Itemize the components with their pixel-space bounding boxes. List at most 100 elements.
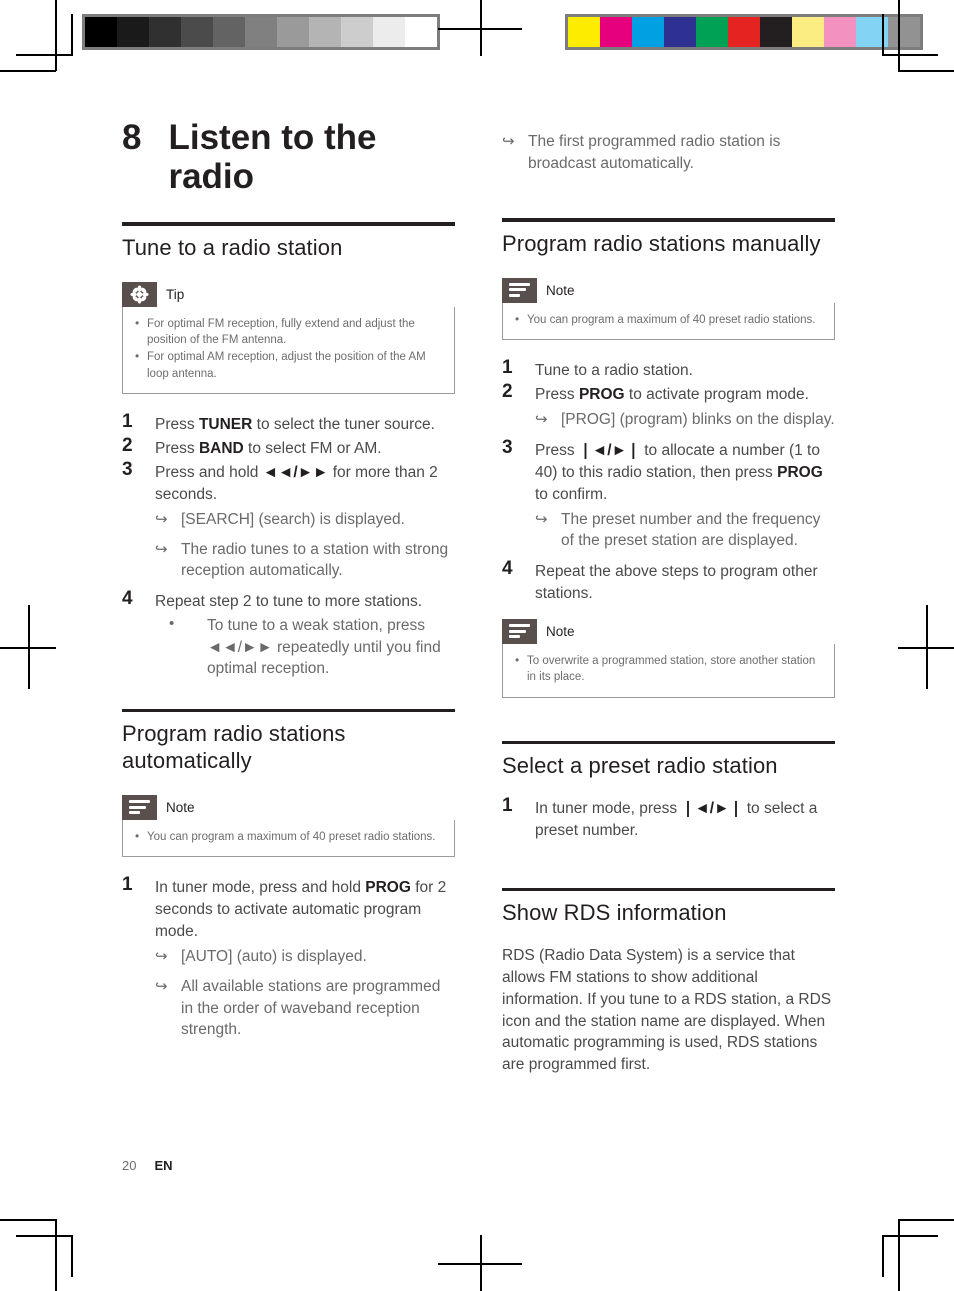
tip-body: For optimal FM reception, fully extend a… xyxy=(122,306,455,394)
document-page: 8 Listen to the radio Tune to a radio st… xyxy=(0,0,954,1291)
section-heading-program-manual: Program radio stations manually xyxy=(502,230,821,256)
step-result-text: [PROG] (program) blinks on the display. xyxy=(561,410,835,428)
rds-paragraph: RDS (Radio Data System) is a service tha… xyxy=(502,947,832,1074)
continuation-results-list: ↪ The first programmed radio station is … xyxy=(502,131,835,174)
result-arrow-icon: ↪ xyxy=(155,978,168,996)
note-badge xyxy=(122,795,157,821)
step-result-text: The radio tunes to a station with strong… xyxy=(181,540,449,580)
step-number: 4 xyxy=(122,587,133,609)
section-rule xyxy=(502,218,835,222)
step-result: ↪ All available stations are programmed … xyxy=(155,976,455,1041)
chapter-number: 8 xyxy=(122,118,142,157)
tune-steps-list: 1 Press TUNER to select the tuner source… xyxy=(122,410,455,680)
program-manual-steps-list: 1 Tune to a radio station. 2 Press PROG … xyxy=(502,356,835,605)
step-item: 4 Repeat step 2 to tune to more stations… xyxy=(122,587,455,680)
tip-item: For optimal FM reception, fully extend a… xyxy=(133,315,444,349)
step-item: 2 Press BAND to select FM or AM. xyxy=(122,434,455,460)
section-heading-select-preset: Select a preset radio station xyxy=(502,753,778,779)
step-result-text: [SEARCH] (search) is displayed. xyxy=(181,510,405,528)
note-lines-icon xyxy=(509,282,530,298)
step-text: Press ❘◄/►❘ to allocate a number (1 to 4… xyxy=(535,441,823,503)
note-item-list: You can program a maximum of 40 preset r… xyxy=(133,828,444,845)
note-item-list: To overwrite a programmed station, store… xyxy=(513,652,824,686)
note-body: You can program a maximum of 40 preset r… xyxy=(122,820,455,858)
chapter-title: Listen to the radio xyxy=(168,118,377,197)
step-result-text: All available stations are programmed in… xyxy=(181,978,441,1039)
step-text: Repeat the above steps to program other … xyxy=(535,562,818,602)
page-footer: 20 EN xyxy=(122,1158,173,1173)
note-badge xyxy=(502,277,537,303)
result-arrow-icon: ↪ xyxy=(155,510,168,528)
tip-item-list: For optimal FM reception, fully extend a… xyxy=(133,315,444,382)
step-number: 1 xyxy=(502,356,513,378)
step-result: ↪ [SEARCH] (search) is displayed. xyxy=(155,509,455,531)
note-body: To overwrite a programmed station, store… xyxy=(502,643,835,698)
tip-callout-header: Tip xyxy=(122,281,455,307)
step-number: 1 xyxy=(502,794,513,816)
tip-label: Tip xyxy=(166,286,185,302)
step-results-list: ↪ The preset number and the frequency of… xyxy=(535,509,835,552)
step-text: Press TUNER to select the tuner source. xyxy=(155,415,435,433)
step-item: 1 In tuner mode, press and hold PROG for… xyxy=(122,874,455,1041)
note-callout: Note To overwrite a programmed station, … xyxy=(502,618,835,698)
step-text: Repeat step 2 to tune to more stations. xyxy=(155,592,423,610)
step-item: 4 Repeat the above steps to program othe… xyxy=(502,557,835,605)
step-number: 3 xyxy=(122,458,133,480)
step-item: 3 Press and hold ◄◄/►► for more than 2 s… xyxy=(122,458,455,582)
step-text: Tune to a radio station. xyxy=(535,361,693,379)
note-body: You can program a maximum of 40 preset r… xyxy=(502,302,835,340)
section-heading-rds: Show RDS information xyxy=(502,900,727,926)
note-item: To overwrite a programmed station, store… xyxy=(513,652,824,686)
section-heading-program-auto: Program radio stations automatically xyxy=(122,721,346,774)
step-number: 4 xyxy=(502,557,513,579)
step-item: 3 Press ❘◄/►❘ to allocate a number (1 to… xyxy=(502,436,835,552)
step-results-list: ↪ [AUTO] (auto) is displayed. ↪ All avai… xyxy=(155,946,455,1041)
result-arrow-icon: ↪ xyxy=(535,510,548,528)
asterisk-icon xyxy=(130,284,149,304)
step-number: 2 xyxy=(502,380,513,402)
step-result: ↪ The radio tunes to a station with stro… xyxy=(155,539,455,582)
section-rule xyxy=(502,740,835,745)
note-lines-icon xyxy=(129,800,150,815)
step-number: 2 xyxy=(122,434,133,456)
result-arrow-icon: ↪ xyxy=(535,410,548,428)
step-text: Press BAND to select FM or AM. xyxy=(155,439,382,457)
step-sub-bullet-list: • To tune to a weak station, press ◄◄/►►… xyxy=(155,615,455,680)
step-result-text: The preset number and the frequency of t… xyxy=(561,510,821,550)
step-item: 1 Press TUNER to select the tuner source… xyxy=(122,410,455,436)
step-item: 1 Tune to a radio station. xyxy=(502,356,835,382)
note-callout-header: Note xyxy=(502,618,835,644)
note-item: You can program a maximum of 40 preset r… xyxy=(513,311,824,328)
note-callout-header: Note xyxy=(122,795,455,821)
step-sub-bullet: • To tune to a weak station, press ◄◄/►►… xyxy=(155,615,455,680)
note-label: Note xyxy=(546,282,575,298)
note-callout: Note You can program a maximum of 40 pre… xyxy=(122,795,455,858)
note-callout-header: Note xyxy=(502,277,835,303)
step-text: In tuner mode, press ❘◄/►❘ to select a p… xyxy=(535,799,818,839)
step-item: 1 In tuner mode, press ❘◄/►❘ to select a… xyxy=(502,794,835,842)
step-number: 1 xyxy=(122,410,133,432)
tip-callout: Tip For optimal FM reception, fully exte… xyxy=(122,281,455,394)
step-results-list: ↪ [SEARCH] (search) is displayed. ↪ The … xyxy=(155,509,455,582)
note-badge xyxy=(502,618,537,644)
step-result: ↪ The preset number and the frequency of… xyxy=(535,509,835,552)
section-heading-tune: Tune to a radio station xyxy=(122,234,343,260)
select-preset-steps-list: 1 In tuner mode, press ❘◄/►❘ to select a… xyxy=(502,794,835,842)
note-label: Note xyxy=(546,623,575,639)
note-callout: Note You can program a maximum of 40 pre… xyxy=(502,277,835,340)
section-rule xyxy=(122,222,455,226)
program-auto-steps-list: 1 In tuner mode, press and hold PROG for… xyxy=(122,874,455,1041)
step-sub-bullet-text: To tune to a weak station, press ◄◄/►► r… xyxy=(207,616,441,678)
step-number: 3 xyxy=(502,436,513,458)
tip-item: For optimal AM reception, adjust the pos… xyxy=(133,348,444,382)
step-result-text: The first programmed radio station is br… xyxy=(528,133,781,172)
step-number: 1 xyxy=(122,874,133,896)
step-result: ↪ The first programmed radio station is … xyxy=(502,131,835,174)
step-item: 2 Press PROG to activate program mode. ↪… xyxy=(502,380,835,431)
step-text: Press PROG to activate program mode. xyxy=(535,385,809,403)
note-label: Note xyxy=(166,800,195,816)
footer-page-number: 20 xyxy=(122,1158,137,1173)
right-column: ↪ The first programmed radio station is … xyxy=(502,118,835,1076)
note-lines-icon xyxy=(509,623,530,639)
footer-language-code: EN xyxy=(154,1158,173,1173)
